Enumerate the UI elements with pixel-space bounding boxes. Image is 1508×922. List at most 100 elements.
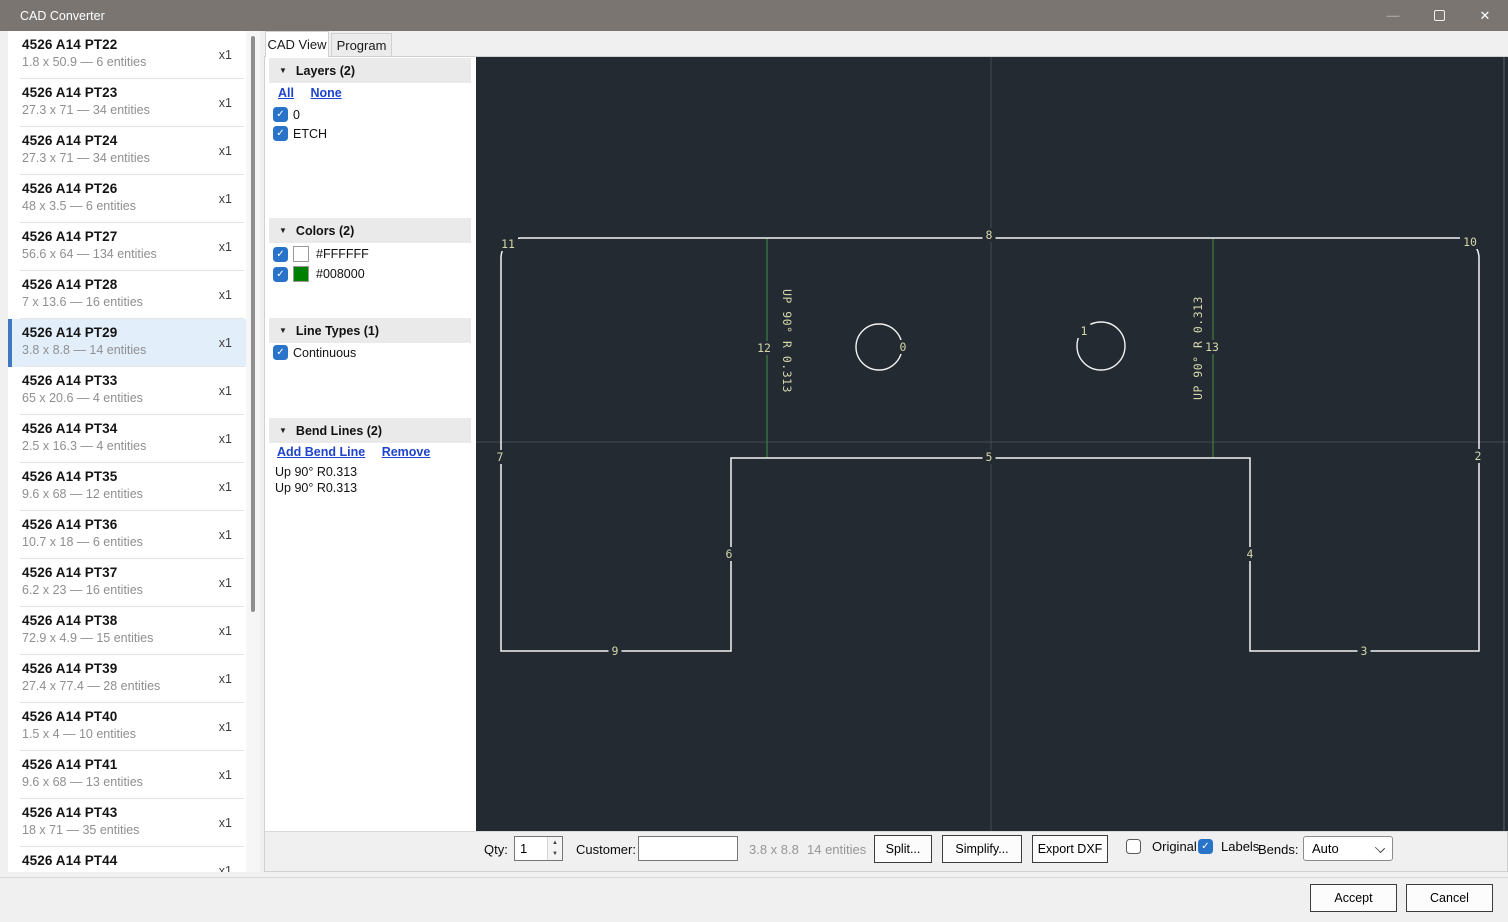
line-types-section-header[interactable]: ▼ Line Types (1) [269, 318, 471, 343]
collapse-icon: ▼ [279, 326, 287, 335]
window-controls: — ✕ [1370, 0, 1508, 31]
part-detail: 10.7 x 18 — 6 entities [22, 535, 234, 549]
minimize-button[interactable]: — [1370, 0, 1416, 31]
list-item[interactable]: 4526 A14 PT2756.6 x 64 — 134 entitiesx1 [8, 223, 246, 271]
part-detail: 3.8 x 8.8 — 14 entities [22, 343, 234, 357]
layer-row-0[interactable]: ✓ 0 [273, 107, 300, 122]
quantity-stepper[interactable]: 1 ▲ ▼ [514, 836, 563, 861]
original-toggle[interactable]: Original [1126, 839, 1197, 854]
layers-section-header[interactable]: ▼ Layers (2) [269, 58, 471, 83]
add-bend-line-link[interactable]: Add Bend Line [277, 445, 365, 459]
part-name: 4526 A14 PT34 [22, 421, 234, 436]
stepper-down-icon[interactable]: ▼ [548, 849, 562, 861]
svg-text:8: 8 [986, 228, 993, 242]
list-item[interactable]: 4526 A14 PT359.6 x 68 — 12 entitiesx1 [8, 463, 246, 511]
layer-etch-label: ETCH [293, 127, 327, 141]
maximize-icon [1434, 10, 1445, 21]
part-qty: x1 [219, 288, 232, 302]
part-qty: x1 [219, 624, 232, 638]
layer-row-etch[interactable]: ✓ ETCH [273, 126, 327, 141]
color-white-checkbox[interactable]: ✓ [273, 247, 288, 262]
part-name: 4526 A14 PT43 [22, 805, 234, 820]
line-types-title: Line Types (1) [296, 324, 379, 338]
properties-panel: ▼ Layers (2) All None ✓ 0 ✓ ETCH ▼ Color… [265, 57, 476, 831]
chevron-down-icon [1375, 843, 1385, 853]
list-item[interactable]: 4526 A14 PT2327.3 x 71 — 34 entitiesx1 [8, 79, 246, 127]
list-item[interactable]: 4526 A14 PT3927.4 x 77.4 — 28 entitiesx1 [8, 655, 246, 703]
color-green-swatch [293, 266, 309, 282]
part-list-scrollbar-thumb[interactable] [251, 36, 255, 612]
list-item[interactable]: 4526 A14 PT342.5 x 16.3 — 4 entitiesx1 [8, 415, 246, 463]
entities-count-text: 14 entities [807, 842, 866, 857]
collapse-icon: ▼ [279, 66, 287, 75]
part-name: 4526 A14 PT38 [22, 613, 234, 628]
quantity-value: 1 [515, 837, 547, 860]
titlebar: CAD Converter — ✕ [0, 0, 1508, 31]
list-item[interactable]: 4526 A14 PT401.5 x 4 — 10 entitiesx1 [8, 703, 246, 751]
list-item[interactable]: 4526 A14 PT221.8 x 50.9 — 6 entitiesx1 [8, 31, 246, 79]
dialog-footer: Accept Cancel [0, 877, 1508, 922]
list-item[interactable]: 4526 A14 PT287 x 13.6 — 16 entitiesx1 [8, 271, 246, 319]
layers-none-link[interactable]: None [310, 86, 341, 100]
list-item[interactable]: 4526 A14 PT2648 x 3.5 — 6 entitiesx1 [8, 175, 246, 223]
svg-text:9: 9 [612, 644, 619, 658]
collapse-icon: ▼ [279, 426, 287, 435]
list-item[interactable]: 4526 A14 PT4318 x 71 — 35 entitiesx1 [8, 799, 246, 847]
list-item[interactable]: 4526 A14 PT3610.7 x 18 — 6 entitiesx1 [8, 511, 246, 559]
layers-all-link[interactable]: All [278, 86, 294, 100]
part-detail: 27.4 x 77.4 — 28 entities [22, 679, 234, 693]
bend-line-item[interactable]: Up 90° R0.313 [275, 464, 357, 480]
continuous-checkbox[interactable]: ✓ [273, 345, 288, 360]
line-type-row-continuous[interactable]: ✓ Continuous [273, 345, 356, 360]
bend-lines-section-header[interactable]: ▼ Bend Lines (2) [269, 418, 471, 443]
export-dxf-button[interactable]: Export DXF [1032, 835, 1108, 863]
color-row-green[interactable]: ✓ #008000 [273, 266, 365, 282]
split-button[interactable]: Split... [874, 835, 932, 863]
tab-program[interactable]: Program [331, 33, 392, 57]
color-row-white[interactable]: ✓ #FFFFFF [273, 246, 369, 262]
simplify-button[interactable]: Simplify... [942, 835, 1022, 863]
bends-dropdown[interactable]: Auto [1303, 836, 1393, 861]
window-title: CAD Converter [20, 9, 105, 23]
bend-lines-title: Bend Lines (2) [296, 424, 382, 438]
layer-etch-checkbox[interactable]: ✓ [273, 126, 288, 141]
svg-text:4: 4 [1247, 547, 1254, 561]
part-name: 4526 A14 PT40 [22, 709, 234, 724]
labels-toggle[interactable]: ✓ Labels [1198, 839, 1259, 854]
part-name: 4526 A14 PT26 [22, 181, 234, 196]
customer-input[interactable] [638, 836, 738, 861]
stepper-up-icon[interactable]: ▲ [548, 837, 562, 849]
svg-text:12: 12 [757, 341, 771, 355]
remove-bend-line-link[interactable]: Remove [382, 445, 431, 459]
part-qty: x1 [219, 480, 232, 494]
labels-checkbox[interactable]: ✓ [1198, 839, 1213, 854]
color-green-checkbox[interactable]: ✓ [273, 267, 288, 282]
list-item[interactable]: 4526 A14 PT3872.9 x 4.9 — 15 entitiesx1 [8, 607, 246, 655]
colors-section-header[interactable]: ▼ Colors (2) [269, 218, 471, 243]
layers-links: All None [278, 86, 355, 100]
part-qty: x1 [219, 528, 232, 542]
list-item[interactable]: 4526 A14 PT376.2 x 23 — 16 entitiesx1 [8, 559, 246, 607]
list-item[interactable]: 4526 A14 PT2427.3 x 71 — 34 entitiesx1 [8, 127, 246, 175]
svg-text:7: 7 [497, 450, 504, 464]
list-item[interactable]: 4526 A14 PT293.8 x 8.8 — 14 entitiesx1 [8, 319, 246, 367]
list-item[interactable]: 4526 A14 PT3365 x 20.6 — 4 entitiesx1 [8, 367, 246, 415]
cancel-button[interactable]: Cancel [1406, 884, 1493, 912]
bend-line-item[interactable]: Up 90° R0.313 [275, 480, 357, 496]
close-button[interactable]: ✕ [1462, 0, 1508, 31]
cad-canvas[interactable]: UP 90° R 0.313UP 90° R 0.313012345678910… [476, 57, 1508, 831]
part-qty: x1 [219, 96, 232, 110]
layer-0-checkbox[interactable]: ✓ [273, 107, 288, 122]
list-item[interactable]: 4526 A14 PT44x1 [8, 847, 246, 872]
accept-button[interactable]: Accept [1310, 884, 1397, 912]
part-qty: x1 [219, 864, 232, 872]
part-qty: x1 [219, 768, 232, 782]
maximize-button[interactable] [1416, 0, 1462, 31]
part-qty: x1 [219, 432, 232, 446]
tab-cad-view[interactable]: CAD View [265, 31, 329, 57]
original-checkbox[interactable] [1126, 839, 1141, 854]
list-item[interactable]: 4526 A14 PT419.6 x 68 — 13 entitiesx1 [8, 751, 246, 799]
part-name: 4526 A14 PT41 [22, 757, 234, 772]
colors-title: Colors (2) [296, 224, 354, 238]
svg-text:5: 5 [986, 450, 993, 464]
